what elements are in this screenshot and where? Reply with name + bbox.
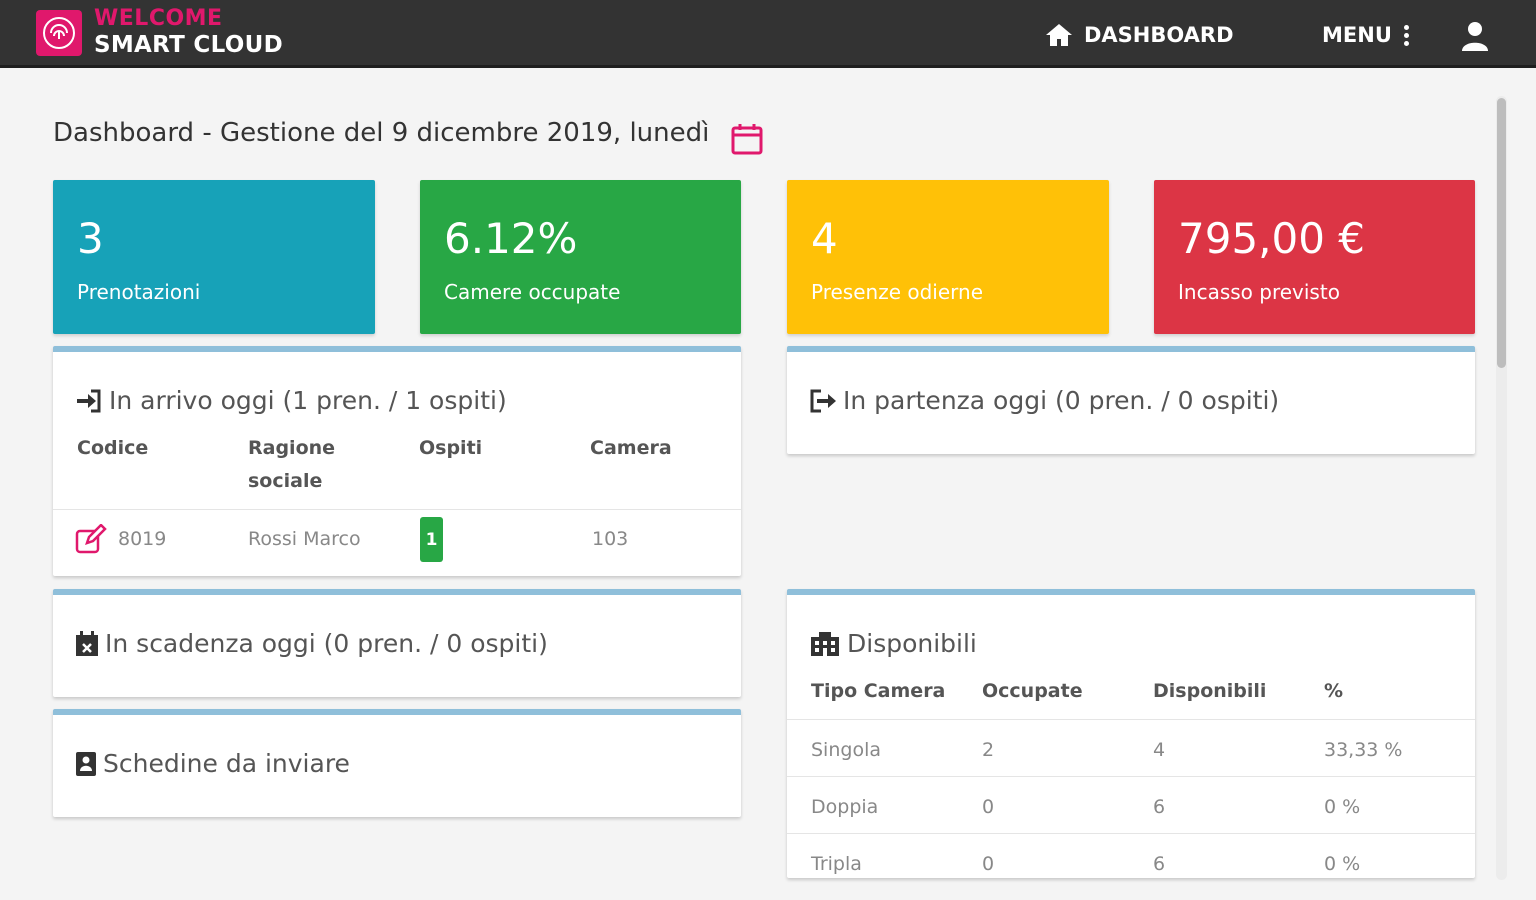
edit-icon[interactable] <box>75 524 107 554</box>
fingerprint-icon <box>43 17 75 49</box>
nav-dashboard-label: DASHBOARD <box>1084 23 1234 47</box>
user-icon <box>1462 22 1488 51</box>
stat-value: 795,00 € <box>1178 214 1366 263</box>
forms-panel: Schedine da inviare <box>53 709 741 817</box>
brand-welcome: WELCOME <box>94 6 223 31</box>
booking-code[interactable]: 8019 <box>118 528 166 550</box>
id-badge-icon <box>76 751 96 776</box>
room-type: Tripla <box>811 853 862 875</box>
nav-menu-button[interactable]: MENU <box>1322 18 1409 52</box>
expiring-title-text: In scadenza oggi (0 pren. / 0 ospiti) <box>105 629 548 658</box>
col-header-disponibili: Disponibili <box>1153 680 1267 702</box>
stat-card-camere-occupate[interactable]: 6.12% Camere occupate <box>420 180 741 334</box>
room-type: Singola <box>811 739 881 761</box>
departures-title: In partenza oggi (0 pren. / 0 ospiti) <box>809 386 1279 415</box>
available-count: 4 <box>1153 739 1166 761</box>
available-count: 6 <box>1153 853 1166 875</box>
guest-name: Rossi Marco <box>248 528 361 550</box>
room-number: 103 <box>592 528 629 550</box>
scrollbar-thumb[interactable] <box>1497 98 1506 368</box>
arrivals-title-text: In arrivo oggi (1 pren. / 1 ospiti) <box>109 386 507 415</box>
col-header-ospiti: Ospiti <box>419 437 483 459</box>
availability-panel: Disponibili Tipo Camera Occupate Disponi… <box>787 589 1475 878</box>
arrivals-title: In arrivo oggi (1 pren. / 1 ospiti) <box>75 386 507 415</box>
building-icon <box>811 631 839 656</box>
col-header-camera: Camera <box>590 437 672 459</box>
calendar-x-icon <box>76 630 98 656</box>
availability-title: Disponibili <box>809 629 977 658</box>
brand-name: SMART CLOUD <box>94 32 283 58</box>
kebab-icon <box>1403 24 1409 46</box>
logo[interactable] <box>36 10 82 56</box>
percent-value: 0 % <box>1324 796 1361 818</box>
guests-badge: 1 <box>420 517 443 562</box>
sign-in-icon <box>77 389 101 412</box>
user-account-button[interactable] <box>1460 20 1490 56</box>
col-header-percent: % <box>1324 680 1344 702</box>
stat-value: 3 <box>77 214 104 263</box>
stat-label: Presenze odierne <box>811 280 984 304</box>
expiring-panel: In scadenza oggi (0 pren. / 0 ospiti) <box>53 589 741 697</box>
percent-value: 33,33 % <box>1324 739 1403 761</box>
arrivals-panel: In arrivo oggi (1 pren. / 1 ospiti) Codi… <box>53 346 741 576</box>
occupied-count: 0 <box>982 796 995 818</box>
stat-card-presenze-odierne[interactable]: 4 Presenze odierne <box>787 180 1109 334</box>
departures-panel: In partenza oggi (0 pren. / 0 ospiti) <box>787 346 1475 454</box>
forms-title: Schedine da inviare <box>75 749 350 778</box>
room-type: Doppia <box>811 796 879 818</box>
col-header-codice: Codice <box>77 437 149 459</box>
col-header-occupate: Occupate <box>982 680 1083 702</box>
page-title: Dashboard - Gestione del 9 dicembre 2019… <box>53 118 710 148</box>
home-icon <box>1046 24 1072 46</box>
stat-label: Incasso previsto <box>1178 280 1340 304</box>
stat-card-incasso-previsto[interactable]: 795,00 € Incasso previsto <box>1154 180 1475 334</box>
top-navbar: WELCOME SMART CLOUD DASHBOARD MENU <box>0 0 1536 68</box>
expiring-title: In scadenza oggi (0 pren. / 0 ospiti) <box>75 629 548 658</box>
stat-value: 6.12% <box>444 214 578 263</box>
col-header-tipo-camera: Tipo Camera <box>811 680 946 702</box>
stat-label: Camere occupate <box>444 280 621 304</box>
nav-dashboard-link[interactable]: DASHBOARD <box>1044 18 1234 52</box>
stat-card-prenotazioni[interactable]: 3 Prenotazioni <box>53 180 375 334</box>
stat-label: Prenotazioni <box>77 280 201 304</box>
availability-title-text: Disponibili <box>847 629 977 658</box>
nav-menu-label: MENU <box>1322 23 1392 47</box>
forms-title-text: Schedine da inviare <box>103 749 350 778</box>
departures-title-text: In partenza oggi (0 pren. / 0 ospiti) <box>843 386 1280 415</box>
col-header-ragione-sociale: Ragione sociale <box>248 437 336 492</box>
stat-value: 4 <box>811 214 838 263</box>
sign-out-icon <box>810 389 836 412</box>
percent-value: 0 % <box>1324 853 1361 875</box>
occupied-count: 2 <box>982 739 995 761</box>
available-count: 6 <box>1153 796 1166 818</box>
occupied-count: 0 <box>982 853 995 875</box>
calendar-icon[interactable] <box>730 122 764 160</box>
